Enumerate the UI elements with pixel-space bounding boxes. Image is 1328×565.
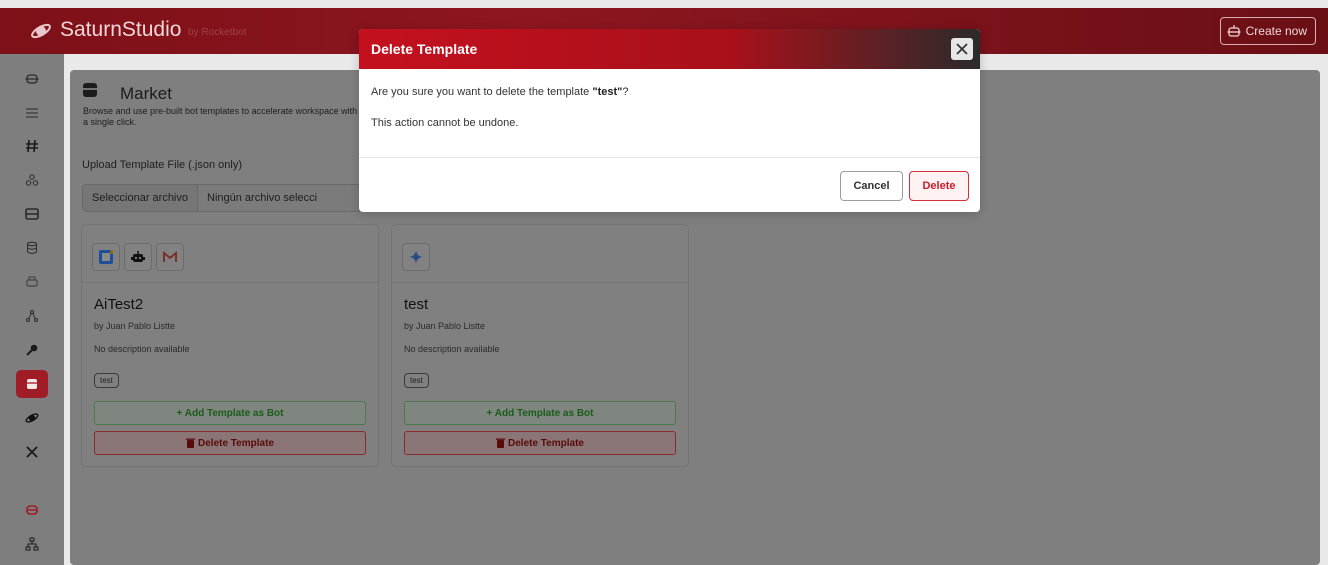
sidebar-item-sitemap[interactable]: [16, 530, 48, 558]
card-title: AiTest2: [94, 296, 144, 313]
sidebar-item-printer[interactable]: [16, 268, 48, 296]
card-icons: [402, 243, 430, 271]
saturn-icon: [25, 413, 39, 423]
choose-file-button[interactable]: Seleccionar archivo: [83, 185, 198, 211]
delete-template-button[interactable]: Delete Template: [94, 431, 366, 455]
add-template-as-bot-button[interactable]: + Add Template as Bot: [94, 401, 366, 425]
template-file-input[interactable]: Seleccionar archivo Ningún archivo selec…: [82, 184, 372, 212]
sidebar-item-bots[interactable]: [16, 64, 48, 92]
delete-template-button[interactable]: Delete Template: [404, 431, 676, 455]
modal-header: Delete Template: [359, 29, 980, 69]
file-name-label: Ningún archivo selecci: [207, 192, 318, 204]
card-icons: [92, 243, 184, 271]
card-description: No description available: [404, 344, 500, 354]
sidebar-item-flows[interactable]: [16, 99, 48, 127]
confirm-delete-button[interactable]: Delete: [909, 171, 969, 201]
users-icon: [25, 174, 39, 186]
brand-name[interactable]: SaturnStudio: [60, 18, 181, 42]
trash-icon: [496, 438, 506, 448]
key-icon: [26, 344, 38, 356]
add-template-as-bot-button[interactable]: + Add Template as Bot: [404, 401, 676, 425]
printer-icon: [26, 276, 38, 287]
card-tag: test: [94, 373, 119, 388]
hash-icon: [26, 139, 38, 153]
card-author: by Juan Pablo Listte: [94, 321, 176, 331]
modal-title: Delete Template: [371, 41, 478, 57]
gmail-icon: [156, 243, 184, 271]
warning-text: This action cannot be undone.: [371, 117, 519, 129]
modal-footer-divider: [359, 157, 980, 158]
store-icon: [27, 379, 37, 389]
robot-icon: [1227, 25, 1241, 37]
sidebar-item-bot-red[interactable]: [16, 496, 48, 524]
brand-subtitle: by Rocketbot: [188, 27, 247, 38]
upload-label: Upload Template File (.json only): [82, 159, 242, 171]
sidebar-item-keys[interactable]: [16, 336, 48, 364]
sidebar-item-database[interactable]: [16, 234, 48, 262]
sidebar-item-saturn[interactable]: [16, 404, 48, 432]
question-prefix: Are you sure you want to delete the temp…: [371, 86, 593, 98]
network-icon: [26, 310, 38, 322]
sidebar: [0, 54, 64, 565]
sidebar-item-tools[interactable]: [16, 438, 48, 466]
robot-icon: [25, 74, 39, 84]
card-tag: test: [404, 373, 429, 388]
create-now-button[interactable]: Create now: [1219, 17, 1316, 45]
sitemap-icon: [25, 537, 39, 551]
confirm-question: Are you sure you want to delete the temp…: [371, 86, 628, 98]
bot-icon: [124, 243, 152, 271]
sidebar-item-users[interactable]: [16, 166, 48, 194]
sidebar-item-network[interactable]: [16, 302, 48, 330]
delete-template-label: Delete Template: [508, 437, 584, 449]
page-title: Market: [120, 84, 172, 103]
create-now-label: Create now: [1245, 24, 1307, 38]
bot-red-icon: [26, 505, 38, 515]
card-divider: [82, 282, 378, 283]
tools-icon: [26, 446, 38, 458]
card-title: test: [404, 296, 429, 313]
sidebar-item-market[interactable]: [16, 370, 48, 398]
cancel-button[interactable]: Cancel: [840, 171, 903, 201]
sidebar-item-channels[interactable]: [16, 132, 48, 160]
database-icon: [27, 241, 37, 254]
calendar-icon: [92, 243, 120, 271]
delete-template-modal: Delete Template Are you sure you want to…: [359, 29, 980, 212]
store-icon: [83, 83, 97, 97]
sidebar-item-layout[interactable]: [16, 200, 48, 228]
layout-icon: [25, 208, 39, 220]
template-name: "test": [592, 86, 623, 98]
page-description: Browse and use pre-built bot templates t…: [83, 106, 358, 127]
question-suffix: ?: [622, 86, 629, 98]
template-card: test by Juan Pablo Listte No description…: [391, 224, 689, 467]
card-description: No description available: [94, 344, 190, 354]
trash-icon: [186, 438, 196, 448]
template-card: AiTest2 by Juan Pablo Listte No descript…: [81, 224, 379, 467]
saturn-logo-icon[interactable]: [30, 20, 52, 42]
close-icon: [956, 43, 968, 55]
card-author: by Juan Pablo Listte: [404, 321, 486, 331]
sparkle-icon: [402, 243, 430, 271]
card-divider: [392, 282, 688, 283]
close-button[interactable]: [951, 38, 973, 60]
modal-body: Are you sure you want to delete the temp…: [371, 86, 628, 148]
delete-template-label: Delete Template: [198, 437, 274, 449]
flow-icon: [26, 108, 38, 118]
